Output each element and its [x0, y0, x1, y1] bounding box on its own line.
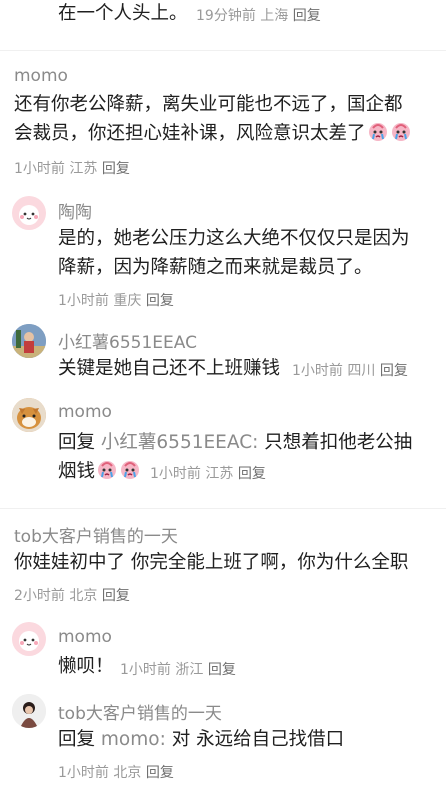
avatar-image: [12, 196, 46, 230]
comment-time: 2小时前: [14, 588, 65, 604]
avatar-image: [12, 324, 46, 358]
comment-text-line: 是的，她老公压力这么大绝不仅仅只是因为: [58, 228, 410, 249]
divider: [0, 50, 446, 51]
reply-target[interactable]: momo:: [101, 729, 166, 750]
comment-location: 浙江: [175, 662, 204, 678]
comment-author[interactable]: momo: [14, 66, 68, 86]
avatar[interactable]: [12, 694, 46, 728]
comment-location: 重庆: [113, 293, 142, 309]
comment-meta: 1小时前 江苏 回复: [150, 463, 266, 483]
comment-meta: 1小时前 江苏 回复: [14, 158, 130, 178]
comment-text-line: 降薪，因为降薪随之而来就是裁员了。: [58, 257, 373, 278]
comment-meta: 1小时前 重庆 回复: [58, 290, 174, 310]
comment-location: 北京: [113, 765, 142, 781]
comment-text: 在一个人头上。: [58, 3, 188, 24]
avatar[interactable]: [12, 324, 46, 358]
comment-author[interactable]: tob大客户销售的一天: [14, 522, 178, 547]
comment-text: 关键是她自己还不上班赚钱: [58, 358, 281, 379]
comment-meta: 1小时前 四川 回复: [292, 360, 408, 380]
comment-text: 是的，她老公压力这么大绝不仅仅只是因为 降薪，因为降薪随之而来就是裁员了。: [58, 224, 444, 282]
comment-time: 1小时前: [150, 466, 201, 482]
comment-text: 你娃娃初中了 你完全能上班了啊，你为什么全职: [14, 552, 409, 573]
reply-prefix: 回复: [58, 729, 96, 750]
avatar[interactable]: [12, 398, 46, 432]
comment-text-line: 烟钱: [58, 461, 96, 482]
comment-author[interactable]: 陶陶: [58, 198, 92, 223]
crying-face-emoji-icon: [121, 461, 140, 479]
crying-face-emoji-icon: [98, 461, 117, 479]
reply-button[interactable]: 回复: [238, 466, 266, 482]
comment-meta: 1小时前 北京 回复: [58, 762, 174, 782]
comment-location: 上海: [260, 8, 289, 24]
reply-button[interactable]: 回复: [146, 765, 174, 781]
avatar[interactable]: [12, 622, 46, 656]
comment-time: 1小时前: [120, 662, 171, 678]
comment-text: 回复 momo: 对 永远给自己找借口: [58, 725, 344, 754]
reply-button[interactable]: 回复: [293, 8, 321, 24]
comment-text-line: 只想着扣他老公抽: [264, 432, 413, 453]
comment-text: 懒呗！: [58, 656, 114, 677]
comment-author[interactable]: momo: [58, 402, 112, 422]
comment-text-line: 对 永远给自己找借口: [171, 729, 345, 750]
crying-face-emoji-icon: [391, 123, 410, 141]
comment-time: 19分钟前: [196, 8, 256, 24]
comment-location: 北京: [69, 588, 98, 604]
comment-location: 四川: [347, 363, 376, 379]
comment-text: 还有你老公降薪，离失业可能也不远了，国企都 会裁员，你还担心娃补课，风险意识太差…: [14, 90, 444, 148]
comment-author[interactable]: 小红薯6551EEAC: [58, 328, 197, 353]
reply-button[interactable]: 回复: [146, 293, 174, 309]
comment-location: 江苏: [205, 466, 234, 482]
comment-time: 1小时前: [58, 765, 109, 781]
reply-button[interactable]: 回复: [102, 588, 130, 604]
comment-meta: 19分钟前 上海 回复: [196, 5, 321, 25]
comment-meta: 2小时前 北京 回复: [14, 585, 130, 605]
reply-button[interactable]: 回复: [380, 363, 408, 379]
comment-time: 1小时前: [58, 293, 109, 309]
comment-text-line-wrap: 会裁员，你还担心娃补课，风险意识太差了: [14, 119, 444, 148]
reply-target[interactable]: 小红薯6551EEAC:: [101, 432, 258, 453]
reply-button[interactable]: 回复: [208, 662, 236, 678]
avatar-image: [12, 398, 46, 432]
comment-author[interactable]: tob大客户销售的一天: [58, 699, 222, 724]
comment-meta: 1小时前 浙江 回复: [120, 659, 236, 679]
comment-text-line: 还有你老公降薪，离失业可能也不远了，国企都: [14, 94, 403, 115]
comment-time: 1小时前: [14, 161, 65, 177]
reply-prefix: 回复: [58, 432, 96, 453]
comment-text-line-wrap: 回复 小红薯6551EEAC: 只想着扣他老公抽: [58, 428, 444, 457]
comment-time: 1小时前: [292, 363, 343, 379]
comment-location: 江苏: [69, 161, 98, 177]
comment-author[interactable]: momo: [58, 627, 112, 647]
avatar-image: [12, 622, 46, 656]
reply-button[interactable]: 回复: [102, 161, 130, 177]
crying-face-emoji-icon: [368, 123, 387, 141]
comment-text-line: 会裁员，你还担心娃补课，风险意识太差了: [14, 123, 366, 144]
avatar[interactable]: [12, 196, 46, 230]
avatar-image: [12, 694, 46, 728]
divider: [0, 508, 446, 509]
